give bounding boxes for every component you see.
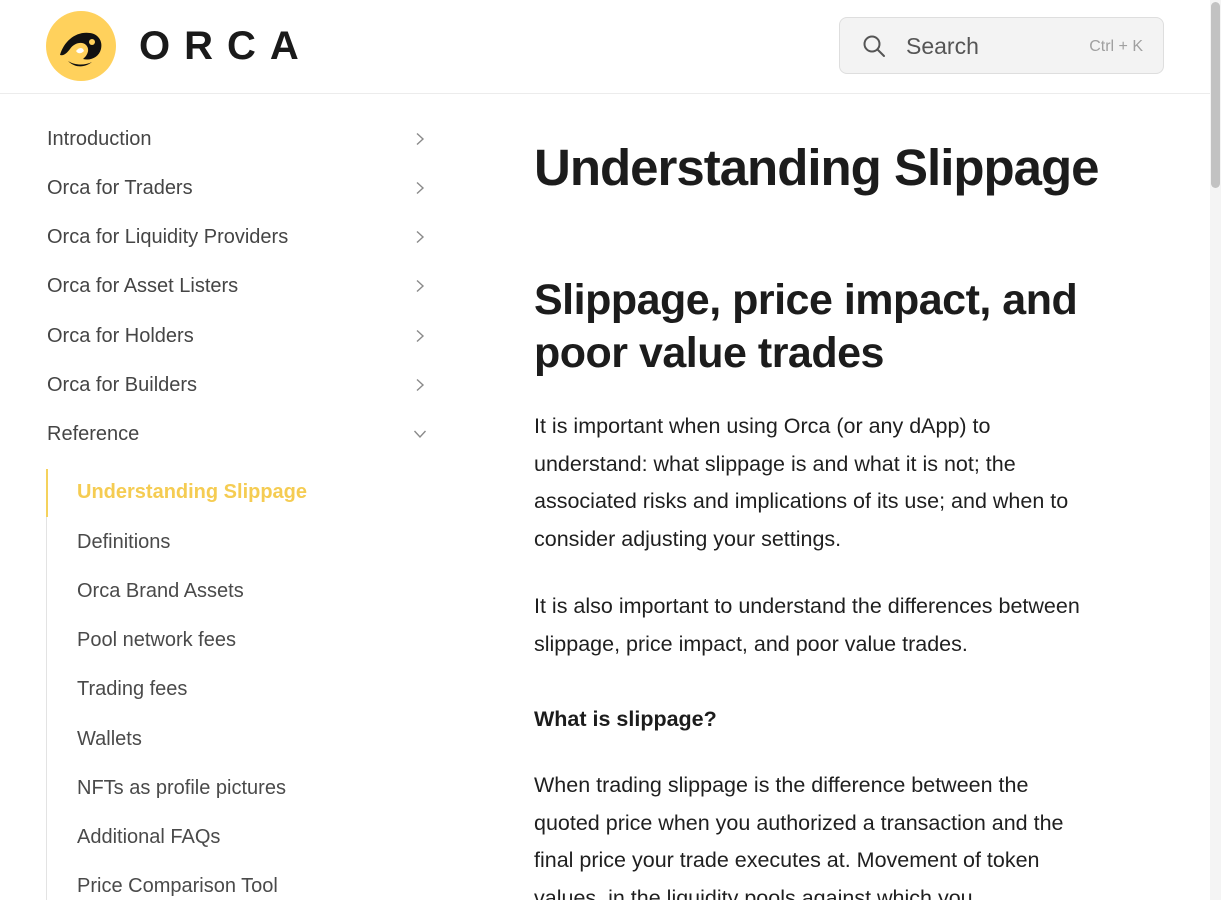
active-indicator <box>46 469 48 517</box>
subnav-divider <box>46 469 47 900</box>
orca-logo-icon <box>46 11 116 81</box>
sidebar-subitem-definitions[interactable]: Definitions <box>77 525 170 559</box>
sidebar-subitem-pool-network-fees[interactable]: Pool network fees <box>77 623 236 657</box>
subheading-what-is-slippage: What is slippage? <box>534 707 717 731</box>
chevron-right-icon <box>416 230 425 244</box>
sidebar-item-label: Reference <box>47 422 140 445</box>
chevron-right-icon <box>416 329 425 343</box>
sidebar-item-orca-for-builders[interactable]: Orca for Builders <box>47 367 427 403</box>
sidebar-item-label: Orca for Asset Listers <box>47 274 239 297</box>
svg-text:ORCA: ORCA <box>139 24 313 68</box>
sidebar-item-label: Orca for Holders <box>47 324 194 347</box>
chevron-right-icon <box>416 132 425 146</box>
sidebar-nav: Introduction Orca for Traders Orca for L… <box>0 94 470 900</box>
sidebar-item-label: Orca for Liquidity Providers <box>47 225 289 248</box>
chevron-right-icon <box>416 279 425 293</box>
section-heading: Slippage, price impact, and poor value t… <box>534 276 1078 377</box>
orca-wordmark: ORCA <box>139 24 313 68</box>
orca-logo[interactable]: ORCA <box>46 11 319 81</box>
top-header: ORCA Search Ctrl + K <box>0 0 1210 94</box>
page-title: Understanding Slippage <box>534 139 1100 196</box>
page-scrollbar-thumb[interactable] <box>1211 2 1220 188</box>
sidebar-subitem-wallets[interactable]: Wallets <box>77 722 142 756</box>
chevron-down-icon <box>413 430 427 439</box>
sidebar-item-reference[interactable]: Reference <box>47 416 427 452</box>
sidebar-subitem-additional-faqs[interactable]: Additional FAQs <box>77 820 220 854</box>
sidebar-item-label: Orca for Traders <box>47 176 193 199</box>
search-shortcut-hint: Ctrl + K <box>1089 38 1143 55</box>
sidebar-subitem-understanding-slippage[interactable]: Understanding Slippage <box>77 475 307 509</box>
paragraph: It is also important to understand the d… <box>534 594 1080 656</box>
paragraph: It is important when using Orca (or any … <box>534 414 1069 552</box>
sidebar-subitem-nfts-as-profile-pictures[interactable]: NFTs as profile pictures <box>77 771 286 805</box>
sidebar-item-orca-for-holders[interactable]: Orca for Holders <box>47 318 427 354</box>
paragraph: When trading slippage is the difference … <box>534 773 1064 900</box>
sidebar-item-introduction[interactable]: Introduction <box>47 121 427 157</box>
sidebar-item-label: Orca for Builders <box>47 373 198 396</box>
sidebar-subitem-orca-brand-assets[interactable]: Orca Brand Assets <box>77 574 244 608</box>
sidebar-item-orca-for-liquidity-providers[interactable]: Orca for Liquidity Providers <box>47 219 427 255</box>
sidebar-subitem-trading-fees[interactable]: Trading fees <box>77 672 187 706</box>
sidebar-item-orca-for-traders[interactable]: Orca for Traders <box>47 170 427 206</box>
search-input[interactable]: Search Ctrl + K <box>839 17 1164 74</box>
sidebar-item-label: Introduction <box>47 127 152 150</box>
sidebar-item-orca-for-asset-listers[interactable]: Orca for Asset Listers <box>47 268 427 304</box>
search-placeholder: Search <box>906 33 979 59</box>
chevron-right-icon <box>416 181 425 195</box>
chevron-right-icon <box>416 378 425 392</box>
search-icon <box>863 35 885 57</box>
sidebar-subitem-price-comparison-tool[interactable]: Price Comparison Tool <box>77 869 278 900</box>
